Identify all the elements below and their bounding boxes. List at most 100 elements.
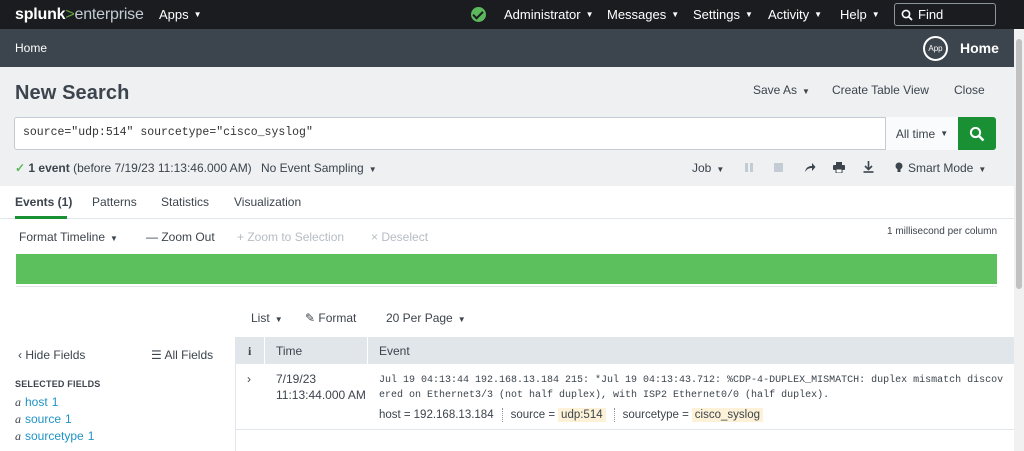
format-timeline-menu[interactable]: Format Timeline ▼ <box>19 230 118 244</box>
chevron-down-icon: ▼ <box>671 10 680 19</box>
timeline-axis <box>16 286 997 287</box>
splunk-logo[interactable]: splunk>enterprise <box>15 6 144 24</box>
zoom-out-button[interactable]: — Zoom Out <box>146 230 215 244</box>
find-input[interactable]: Find <box>894 3 996 26</box>
table-row: › 7/19/23 11:13:44.000 AM Jul 19 04:13:4… <box>236 364 1014 430</box>
table-header: i Time Event <box>236 337 1014 364</box>
zoom-to-selection-button[interactable]: + Zoom to Selection <box>237 230 344 244</box>
field-count: 1 <box>51 395 59 409</box>
minus-icon: — <box>146 230 162 244</box>
deselect-label: Deselect <box>381 230 429 244</box>
event-count: 1 event <box>28 161 70 175</box>
field-count: 1 <box>65 412 72 426</box>
administrator-label: Administrator <box>504 7 581 22</box>
hide-fields-button[interactable]: ‹ Hide Fields <box>18 348 85 362</box>
scrollbar-thumb[interactable] <box>1016 39 1022 289</box>
messages-label: Messages <box>607 7 667 22</box>
job-menu[interactable]: Job ▼ <box>692 161 724 175</box>
timeline-histogram-bar[interactable] <box>16 254 997 284</box>
activity-menu[interactable]: Activity ▼ <box>768 7 822 22</box>
global-nav-bar: splunk>enterprise Apps ▼ Administrator ▼ M… <box>0 0 1024 29</box>
find-placeholder: Find <box>918 7 944 22</box>
results-tabs: Events (1) Patterns Statistics Visualiza… <box>0 186 1014 219</box>
apps-menu[interactable]: Apps ▼ <box>159 7 202 22</box>
chevron-down-icon: ▼ <box>368 165 377 174</box>
format-timeline-label: Format Timeline <box>19 230 106 244</box>
search-query-input[interactable]: source="udp:514" sourcetype="cisco_syslo… <box>23 126 313 139</box>
messages-menu[interactable]: Messages ▼ <box>607 7 679 22</box>
source-key: source = <box>510 409 556 421</box>
event-count-detail: (before 7/19/23 11:13:46.000 AM) <box>73 161 252 175</box>
host-field[interactable]: host = 192.168.13.184 <box>379 409 494 421</box>
field-sourcetype[interactable]: a sourcetype 1 <box>15 429 94 444</box>
search-mode-label: Smart Mode <box>908 161 974 175</box>
chevron-down-icon: ▼ <box>814 10 823 19</box>
create-table-view-link[interactable]: Create Table View <box>832 83 929 97</box>
chevron-down-icon: ▼ <box>110 234 118 243</box>
search-bar[interactable]: source="udp:514" sourcetype="cisco_syslo… <box>14 117 958 150</box>
chevron-down-icon: ▼ <box>978 165 987 174</box>
host-value[interactable]: 192.168.13.184 <box>414 409 494 421</box>
event-raw-text[interactable]: Jul 19 04:13:44 192.168.13.184 215: *Jul… <box>379 373 1007 403</box>
chevron-down-icon: ▼ <box>744 10 753 19</box>
tab-visualization[interactable]: Visualization <box>234 195 301 209</box>
hide-fields-label: Hide Fields <box>25 348 86 362</box>
sourcetype-field[interactable]: sourcetype = cisco_syslog <box>623 408 763 422</box>
save-as-label: Save As <box>753 83 798 97</box>
tab-events[interactable]: Events (1) <box>15 195 72 209</box>
timeline-scale-label: 1 millisecond per column <box>887 226 998 237</box>
save-as-menu[interactable]: Save As ▼ <box>753 83 810 97</box>
search-icon <box>969 126 985 141</box>
field-source[interactable]: a source 1 <box>15 412 72 427</box>
field-type-icon: a <box>15 412 21 426</box>
tab-statistics[interactable]: Statistics <box>161 195 209 209</box>
deselect-button[interactable]: × Deselect <box>371 230 428 244</box>
field-host[interactable]: a host 1 <box>15 395 58 410</box>
per-page-label: 20 Per Page <box>386 311 453 325</box>
home-nav-link[interactable]: Home <box>15 41 47 55</box>
time-column-header[interactable]: Time <box>276 344 302 358</box>
sourcetype-value[interactable]: cisco_syslog <box>691 408 763 422</box>
all-fields-button[interactable]: ☰ All Fields <box>151 348 213 362</box>
field-name: sourcetype <box>25 429 84 443</box>
pause-icon[interactable] <box>742 160 756 174</box>
logo-main-text: splunk <box>15 5 66 23</box>
administrator-menu[interactable]: Administrator ▼ <box>504 7 594 22</box>
source-value[interactable]: udp:514 <box>558 408 606 422</box>
page-scrollbar[interactable] <box>1014 29 1024 451</box>
field-divider <box>613 408 615 422</box>
search-mode-menu[interactable]: Smart Mode ▼ <box>895 161 986 175</box>
list-view-menu[interactable]: List ▼ <box>251 311 283 325</box>
stop-icon[interactable] <box>771 160 785 174</box>
settings-menu[interactable]: Settings ▼ <box>693 7 753 22</box>
format-button[interactable]: ✎ Format <box>305 311 356 325</box>
chevron-right-icon[interactable]: › <box>247 372 251 386</box>
app-title[interactable]: Home <box>960 40 999 56</box>
source-field[interactable]: source = udp:514 <box>511 408 606 422</box>
per-page-menu[interactable]: 20 Per Page ▼ <box>386 311 466 325</box>
export-icon[interactable] <box>861 160 875 174</box>
print-icon[interactable] <box>832 160 846 174</box>
zoom-to-selection-label: Zoom to Selection <box>247 230 345 244</box>
event-sampling-menu[interactable]: No Event Sampling ▼ <box>261 161 377 175</box>
zoom-out-label: Zoom Out <box>161 230 215 244</box>
page-title: New Search <box>15 82 130 104</box>
search-button[interactable] <box>958 117 996 150</box>
close-link[interactable]: Close <box>954 83 985 97</box>
chevron-down-icon: ▼ <box>457 315 466 324</box>
share-icon[interactable] <box>803 160 817 174</box>
all-fields-label: All Fields <box>164 348 214 362</box>
selected-fields-heading: SELECTED FIELDS <box>15 379 101 389</box>
sourcetype-key: sourcetype = <box>622 409 689 421</box>
help-menu[interactable]: Help ▼ <box>840 7 880 22</box>
list-view-label: List <box>251 311 270 325</box>
search-status: ✓ 1 event (before 7/19/23 11:13:46.000 A… <box>15 161 252 175</box>
list-icon: ☰ <box>151 348 165 362</box>
chevron-down-icon: ▼ <box>716 165 725 174</box>
health-status-icon[interactable] <box>471 7 486 22</box>
event-time[interactable]: 7/19/23 11:13:44.000 AM <box>276 371 366 403</box>
tab-patterns[interactable]: Patterns <box>92 195 137 209</box>
time-range-picker[interactable]: All time ▼ <box>885 117 958 150</box>
field-divider <box>501 408 503 422</box>
event-sampling-label: No Event Sampling <box>261 161 364 175</box>
